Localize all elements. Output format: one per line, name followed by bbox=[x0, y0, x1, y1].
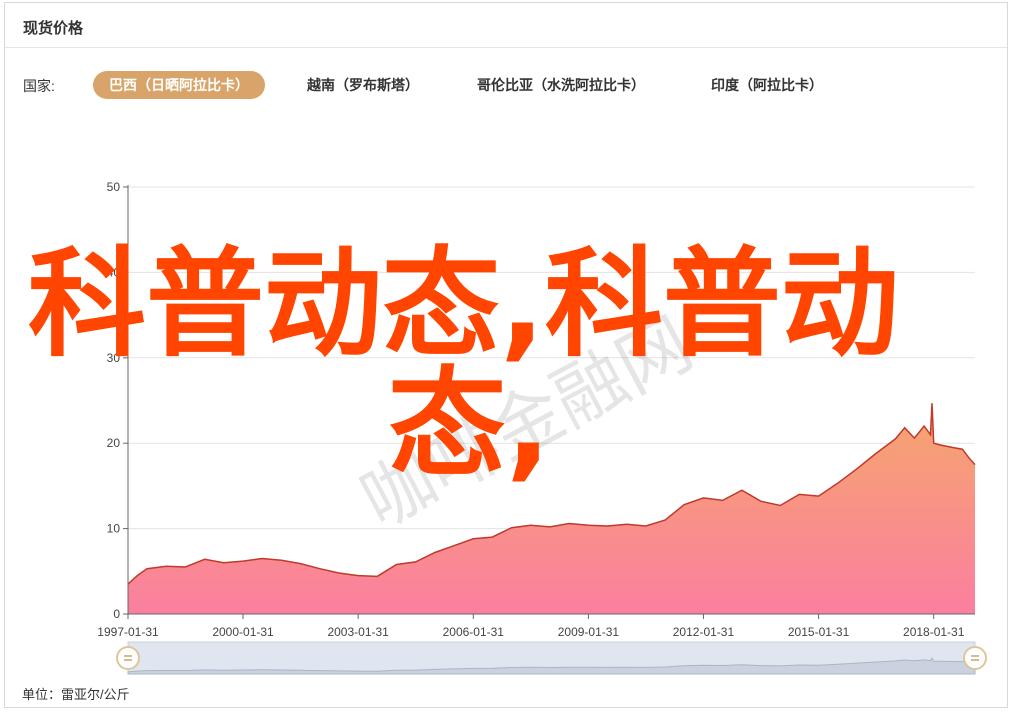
y-tick-label: 0 bbox=[113, 607, 120, 621]
y-tick-label: 20 bbox=[107, 436, 121, 450]
x-tick-label: 2015-01-31 bbox=[788, 625, 850, 639]
zoom-handle-right[interactable] bbox=[963, 646, 987, 670]
zoom-handle-left[interactable] bbox=[116, 646, 140, 670]
y-tick-label: 30 bbox=[107, 351, 121, 365]
unit-label: 单位：雷亚尔/公斤 bbox=[22, 687, 130, 702]
zoom-handle-knob bbox=[116, 646, 140, 670]
y-tick-label: 10 bbox=[107, 522, 121, 536]
y-tick-label: 50 bbox=[107, 180, 121, 194]
x-tick-label: 2006-01-31 bbox=[443, 625, 505, 639]
y-tick-label: 40 bbox=[107, 265, 121, 279]
x-tick-label: 2009-01-31 bbox=[558, 625, 620, 639]
x-tick-label: 2000-01-31 bbox=[212, 625, 274, 639]
x-tick-label: 2018-01-31 bbox=[903, 625, 965, 639]
price-chart: 0 10 20 30 40 50 1997-01-31 2000-01-31 2003-01-3… bbox=[97, 180, 987, 675]
x-tick-label: 2012-01-31 bbox=[673, 625, 735, 639]
zoom-handle-knob bbox=[963, 646, 987, 670]
x-tick-label: 1997-01-31 bbox=[97, 625, 159, 639]
x-tick-label: 2003-01-31 bbox=[327, 625, 389, 639]
series-area bbox=[128, 403, 975, 614]
